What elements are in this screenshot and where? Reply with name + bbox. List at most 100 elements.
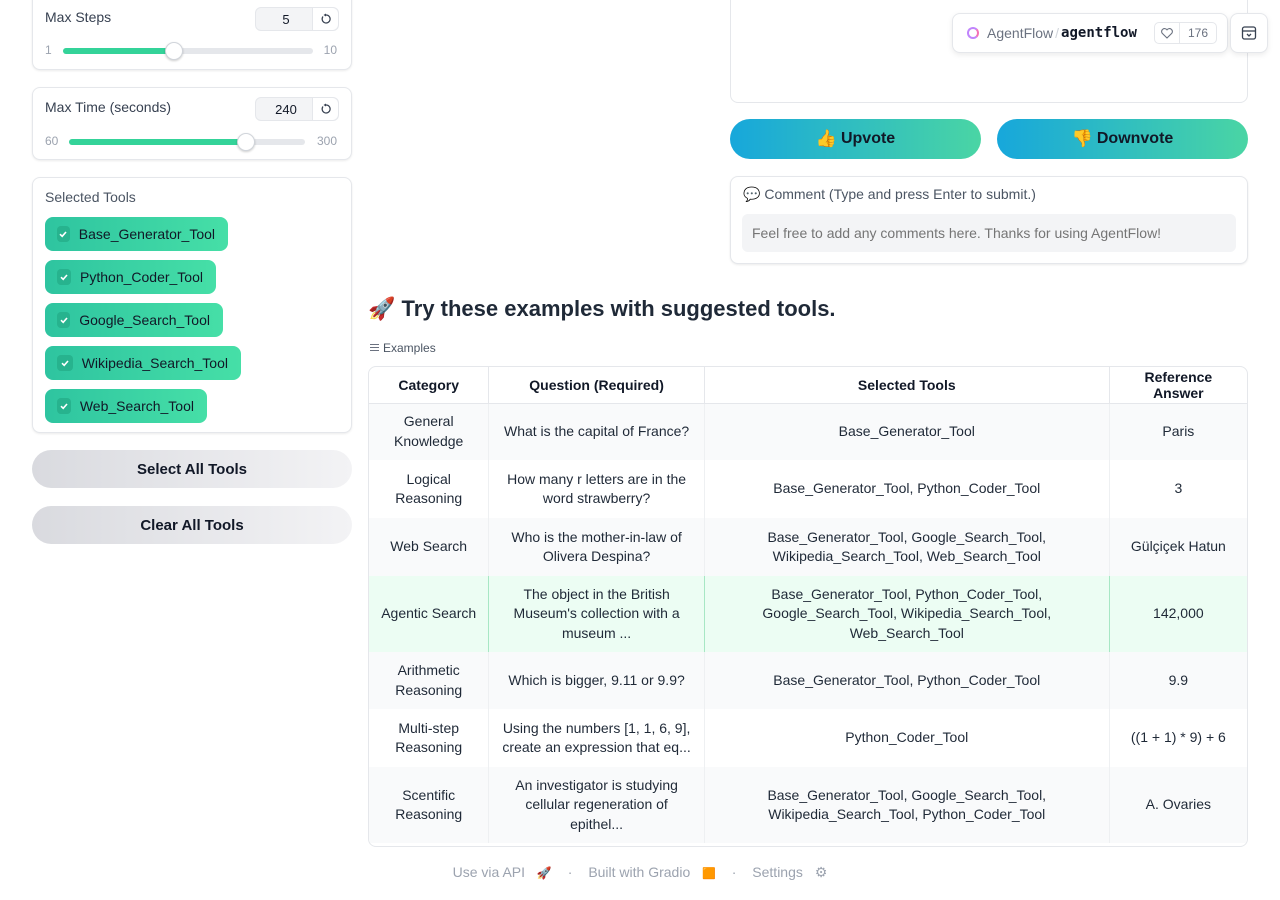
example-cell-tools: Python_Coder_Tool	[704, 709, 1110, 767]
max-time-slider-thumb[interactable]	[237, 133, 255, 151]
max-steps-input[interactable]: 5	[255, 7, 339, 31]
tool-checkbox[interactable]: Python_Coder_Tool	[45, 260, 216, 294]
tool-checkbox[interactable]: Wikipedia_Search_Tool	[45, 346, 241, 380]
select-all-tools-button[interactable]: Select All Tools	[32, 450, 352, 488]
max-steps-value[interactable]: 5	[256, 12, 312, 27]
rocket-icon: 🚀	[536, 866, 552, 880]
max-time-slider[interactable]	[69, 133, 305, 151]
gear-icon: ⚙	[814, 864, 828, 880]
collapse-header-button[interactable]	[1230, 13, 1268, 53]
example-cell-answer: Gülçiçek Hatun	[1109, 518, 1247, 576]
agentflow-logo-icon	[967, 27, 979, 39]
example-cell-category: Web Search	[369, 518, 490, 576]
tool-label: Web_Search_Tool	[79, 398, 194, 414]
example-cell-answer: ((1 + 1) * 9) + 6	[1109, 709, 1247, 767]
example-cell-tools: Base_Generator_Tool	[704, 403, 1110, 460]
tool-checkbox[interactable]: Web_Search_Tool	[45, 389, 207, 423]
downvote-button[interactable]: 👎 Downvote	[997, 119, 1248, 159]
tool-label: Python_Coder_Tool	[80, 269, 203, 285]
org-link[interactable]: AgentFlow	[987, 25, 1053, 41]
column-header-category[interactable]: Category	[369, 367, 490, 404]
max-time-panel: Max Time (seconds) 240 60 300	[32, 87, 352, 160]
like-count: 176	[1187, 26, 1208, 40]
built-with-gradio-link[interactable]: Built with Gradio 🟧	[584, 864, 720, 880]
comment-label: Comment (Type and press Enter to submit.…	[764, 186, 1036, 202]
rocket-icon: 🚀	[368, 296, 396, 321]
example-row[interactable]: Web Search Who is the mother-in-law of Ol…	[369, 518, 1247, 576]
space-header-badge: AgentFlow / agentflow 176	[952, 13, 1228, 53]
example-cell-category: Logical Reasoning	[369, 460, 490, 518]
example-cell-question: What is the capital of France?	[488, 403, 705, 460]
example-row[interactable]: Agentic Search The object in the British …	[369, 576, 1247, 652]
example-cell-category: Multi-step Reasoning	[369, 709, 490, 767]
checkmark-icon	[57, 269, 72, 285]
max-steps-panel: Max Steps 5 1 10	[32, 0, 352, 70]
example-cell-question: The object in the British Museum's colle…	[488, 576, 705, 652]
example-cell-answer: 9.9	[1109, 652, 1247, 709]
downvote-label: Downvote	[1096, 130, 1174, 147]
checkmark-icon	[57, 312, 71, 328]
example-row[interactable]: Scentific Reasoning An investigator is st…	[369, 767, 1247, 843]
example-cell-answer: 3	[1109, 460, 1247, 518]
examples-table-wrapper: Category Question (Required) Selected To…	[368, 366, 1248, 847]
max-time-input[interactable]: 240	[255, 97, 339, 121]
checkmark-icon	[57, 398, 71, 414]
max-steps-label: Max Steps	[45, 9, 112, 25]
max-time-max: 300	[316, 134, 337, 148]
column-header-question[interactable]: Question (Required)	[488, 367, 705, 404]
max-steps-slider-fill	[63, 48, 174, 54]
tool-checkbox[interactable]: Google_Search_Tool	[45, 303, 223, 337]
example-row[interactable]: Logical Reasoning How many r letters are …	[369, 460, 1247, 518]
tool-label: Google_Search_Tool	[79, 312, 210, 328]
heart-icon	[1155, 23, 1180, 43]
example-cell-tools: Base_Generator_Tool, Python_Coder_Tool	[704, 652, 1110, 709]
example-row[interactable]: Arithmetic Reasoning Which is bigger, 9.1…	[369, 652, 1247, 709]
settings-link[interactable]: Settings ⚙	[748, 864, 831, 880]
example-cell-tools: Base_Generator_Tool, Python_Coder_Tool, …	[704, 576, 1110, 652]
example-row[interactable]: General Knowledge What is the capital of …	[369, 403, 1247, 460]
example-cell-question: How many r letters are in the word straw…	[488, 460, 705, 518]
speech-bubble-icon: 💬	[743, 186, 761, 202]
reset-icon[interactable]	[312, 8, 338, 30]
example-cell-question: Which is bigger, 9.11 or 9.9?	[488, 652, 705, 709]
clear-all-tools-button[interactable]: Clear All Tools	[32, 506, 352, 544]
max-steps-min: 1	[45, 43, 52, 57]
comment-input[interactable]	[742, 214, 1236, 252]
tool-checkbox[interactable]: Base_Generator_Tool	[45, 217, 228, 251]
comment-panel: 💬 Comment (Type and press Enter to submi…	[730, 176, 1248, 264]
examples-heading: 🚀 Try these examples with suggested tool…	[368, 296, 836, 322]
upvote-label: Upvote	[840, 130, 896, 147]
checkmark-icon	[57, 226, 70, 242]
example-cell-category: Arithmetic Reasoning	[369, 652, 490, 709]
path-separator: /	[1055, 25, 1060, 41]
max-time-label: Max Time (seconds)	[45, 99, 172, 115]
selected-tools-label: Selected Tools	[45, 189, 136, 205]
repo-link[interactable]: agentflow	[1061, 25, 1137, 41]
max-time-value[interactable]: 240	[256, 102, 312, 117]
column-header-answer[interactable]: Reference Answer	[1109, 367, 1247, 404]
example-cell-category: Agentic Search	[369, 576, 490, 652]
example-cell-answer: Paris	[1109, 403, 1247, 460]
max-steps-slider[interactable]	[63, 42, 313, 60]
max-steps-slider-thumb[interactable]	[165, 42, 183, 60]
like-button[interactable]: 176	[1153, 22, 1217, 44]
max-steps-max: 10	[323, 43, 337, 57]
footer-dot: ·	[567, 864, 573, 880]
footer: Use via API 🚀 · Built with Gradio 🟧 · Se…	[0, 864, 1280, 881]
example-row[interactable]: Multi-step Reasoning Using the numbers [1…	[369, 709, 1247, 767]
footer-dot: ·	[731, 864, 737, 880]
example-cell-question: An investigator is studying cellular reg…	[488, 767, 705, 843]
upvote-button[interactable]: 👍 Upvote	[730, 119, 981, 159]
max-time-min: 60	[45, 134, 59, 148]
example-cell-category: Scentific Reasoning	[369, 767, 490, 843]
gradio-logo-icon: 🟧	[702, 868, 716, 880]
column-header-tools[interactable]: Selected Tools	[704, 367, 1110, 404]
thumbs-up-icon: 👍	[815, 129, 837, 148]
use-via-api-link[interactable]: Use via API 🚀	[449, 864, 556, 880]
selected-tools-panel: Selected Tools Base_Generator_Tool Python…	[32, 177, 352, 433]
tool-label: Base_Generator_Tool	[78, 226, 215, 242]
example-cell-tools: Base_Generator_Tool, Google_Search_Tool,…	[704, 767, 1110, 843]
example-cell-category: General Knowledge	[369, 403, 490, 460]
example-cell-tools: Base_Generator_Tool, Google_Search_Tool,…	[704, 518, 1110, 576]
reset-icon[interactable]	[312, 98, 338, 120]
